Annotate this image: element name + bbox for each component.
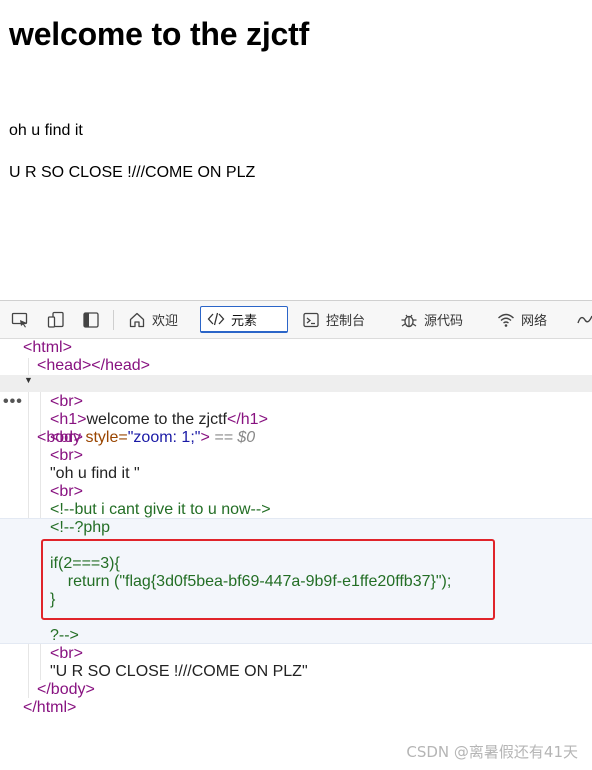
device-emulation-icon[interactable] xyxy=(47,311,65,329)
body-open-node[interactable]: ••• ▼ <body style="zoom: 1;"> == $0 xyxy=(0,375,255,446)
rendered-page: welcome to the zjctf oh u find it U R SO… xyxy=(0,0,592,301)
page-heading: welcome to the zjctf xyxy=(9,16,310,52)
head-node[interactable]: <head></head> xyxy=(37,357,150,375)
tab-network-label: 网络 xyxy=(521,314,548,329)
devtools-toolbar: 欢迎 元素 控制台 源代码 网络 xyxy=(0,301,592,339)
br-node-2[interactable]: <br> xyxy=(50,429,83,447)
more-actions-icon[interactable]: ••• xyxy=(3,393,23,411)
br-node-3[interactable]: <br> xyxy=(50,447,83,465)
code-icon xyxy=(207,312,225,326)
comment-node-hint[interactable]: <!--but i cant give it to u now--> xyxy=(50,501,271,519)
watermark: CSDN @离暑假还有41天 xyxy=(406,743,578,761)
h1-node[interactable]: <h1>welcome to the zjctf</h1> xyxy=(50,411,268,429)
tab-welcome-label: 欢迎 xyxy=(152,314,179,329)
console-icon xyxy=(303,312,319,327)
tab-elements-label: 元素 xyxy=(231,313,258,329)
text-node-found[interactable]: "oh u find it " xyxy=(50,465,140,483)
php-comment-open[interactable]: <!--?php xyxy=(50,519,110,537)
selected-node-row[interactable] xyxy=(0,375,592,392)
body-close-node[interactable]: </body> xyxy=(37,681,95,699)
page-text-found: oh u find it xyxy=(9,122,83,139)
tab-performance[interactable] xyxy=(570,306,592,333)
dock-sidebar-icon[interactable] xyxy=(82,311,100,329)
tab-welcome[interactable]: 欢迎 xyxy=(122,306,184,333)
br-node-5[interactable]: <br> xyxy=(50,645,83,663)
expand-arrow-icon[interactable]: ▼ xyxy=(24,375,33,385)
br-node-4[interactable]: <br> xyxy=(50,483,83,501)
inspect-element-icon[interactable] xyxy=(11,311,29,329)
page-text-close: U R SO CLOSE !///COME ON PLZ xyxy=(9,164,256,181)
html-open-node[interactable]: <html> xyxy=(23,339,72,357)
tab-console[interactable]: 控制台 xyxy=(296,306,371,333)
php-comment-close: ?--> xyxy=(50,627,79,644)
bug-icon xyxy=(401,314,417,327)
html-close-node[interactable]: </html> xyxy=(23,699,76,717)
br-node-1[interactable]: <br> xyxy=(50,393,83,411)
console-ref-marker: == $0 xyxy=(209,429,256,446)
text-node-close[interactable]: "U R SO CLOSE !///COME ON PLZ" xyxy=(50,663,308,681)
flag-highlight-box xyxy=(41,539,495,620)
tab-elements[interactable]: 元素 xyxy=(200,306,288,333)
toolbar-separator xyxy=(113,310,114,330)
home-icon xyxy=(129,312,145,327)
wifi-icon xyxy=(498,313,514,327)
tab-console-label: 控制台 xyxy=(326,314,366,329)
tab-sources[interactable]: 源代码 xyxy=(394,306,469,333)
performance-icon xyxy=(577,315,592,323)
tab-sources-label: 源代码 xyxy=(424,314,464,329)
tab-network[interactable]: 网络 xyxy=(491,306,553,333)
